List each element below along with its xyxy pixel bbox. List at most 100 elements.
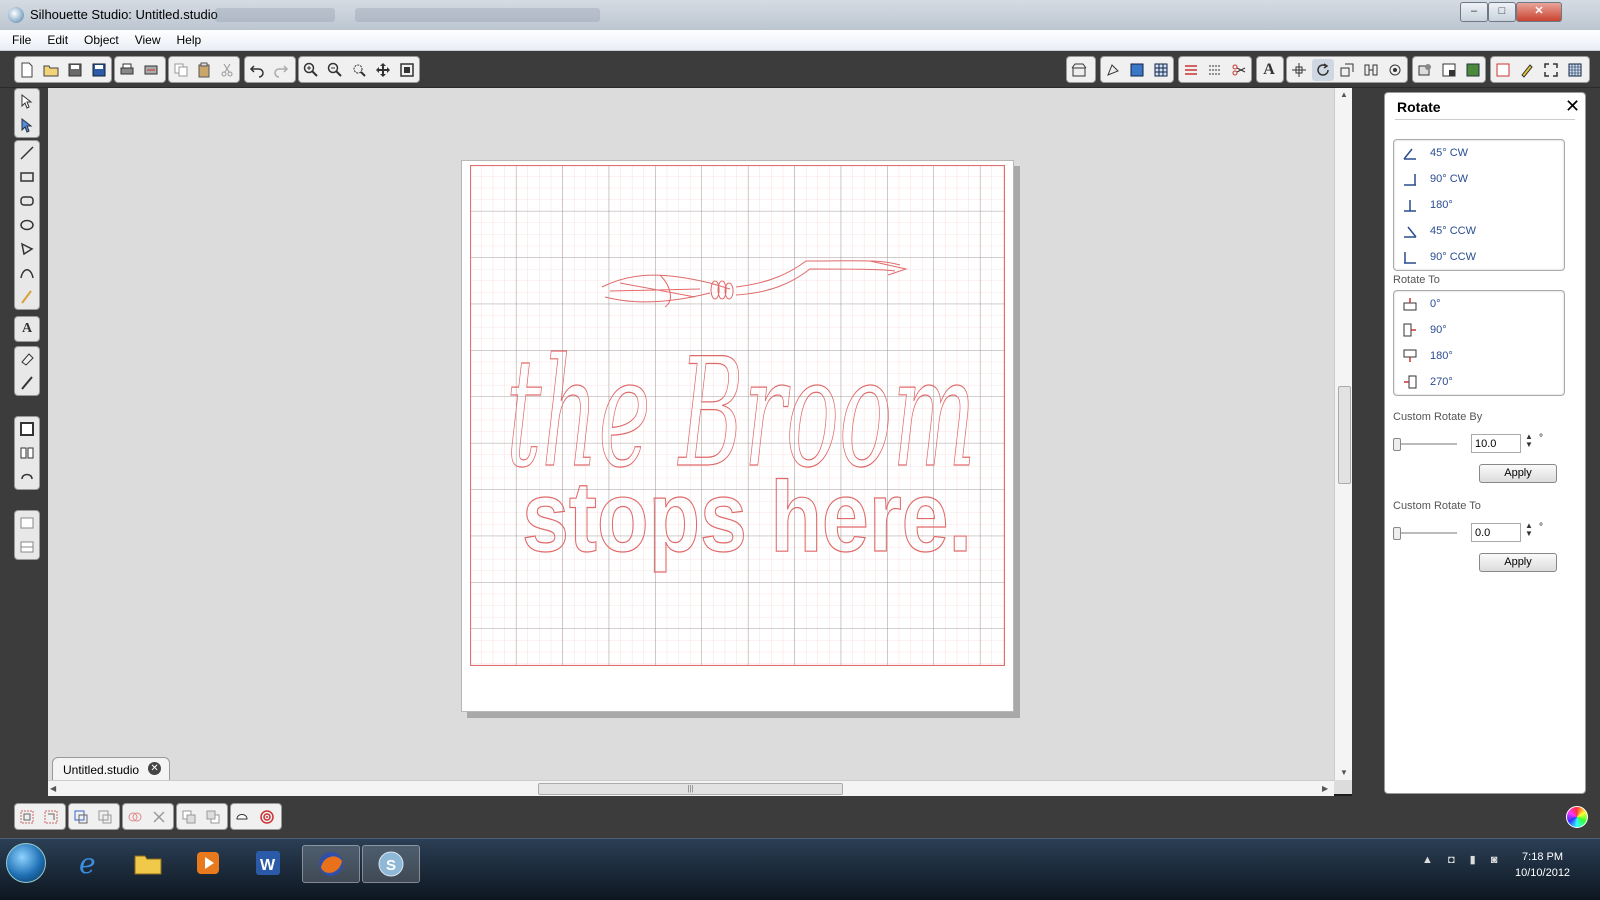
silhouette-store-icon[interactable] xyxy=(1068,59,1090,81)
weld-icon[interactable] xyxy=(124,806,146,828)
sketch-pen-icon[interactable] xyxy=(1516,59,1538,81)
scroll-right-arrow-icon[interactable]: ▶ xyxy=(1322,784,1328,793)
redo-icon[interactable] xyxy=(270,59,292,81)
custom-rotate-to-input[interactable]: 0.0 xyxy=(1471,523,1521,542)
ungroup-icon[interactable] xyxy=(40,806,62,828)
delete-icon[interactable] xyxy=(148,806,170,828)
word-icon[interactable]: W xyxy=(240,845,296,881)
rotate-to-180-button[interactable]: 180° xyxy=(1394,343,1564,369)
horizontal-scroll-thumb[interactable]: ||| xyxy=(538,783,843,795)
release-compound-path-icon[interactable] xyxy=(94,806,116,828)
apply-rotate-to-button[interactable]: Apply xyxy=(1479,553,1557,572)
library-book-icon[interactable] xyxy=(16,442,38,464)
offset-icon[interactable] xyxy=(1414,59,1436,81)
make-compound-path-icon[interactable] xyxy=(70,806,92,828)
open-folder-icon[interactable] xyxy=(40,59,62,81)
line-tool-icon[interactable] xyxy=(16,142,38,164)
silhouette-studio-icon[interactable]: S xyxy=(362,845,420,883)
maximize-button[interactable]: □ xyxy=(1488,2,1516,22)
minimize-button[interactable]: – xyxy=(1460,2,1488,22)
system-tray-icons[interactable]: ▲ ◘ ▮ ◙ xyxy=(1422,853,1503,866)
cut-settings-grid-icon[interactable] xyxy=(1564,59,1586,81)
media-player-icon[interactable] xyxy=(180,845,236,881)
print-cut-icon[interactable] xyxy=(140,59,162,81)
design-canvas[interactable]: the Broom stops here. xyxy=(48,88,1366,794)
menu-file[interactable]: File xyxy=(4,30,39,50)
cutter-icon[interactable] xyxy=(232,806,254,828)
apply-rotate-by-button[interactable]: Apply xyxy=(1479,464,1557,483)
ellipse-tool-icon[interactable] xyxy=(16,214,38,236)
cut-style-icon[interactable] xyxy=(1228,59,1250,81)
text-tool-icon[interactable]: A xyxy=(16,318,38,340)
menu-object[interactable]: Object xyxy=(76,30,127,50)
rotate-to-spinner-icon[interactable]: ▲ ▼ xyxy=(1525,522,1533,538)
zoom-out-icon[interactable] xyxy=(324,59,346,81)
rotate-180-button[interactable]: 180° xyxy=(1394,192,1564,218)
slider-knob[interactable] xyxy=(1393,438,1401,451)
rotate-icon[interactable] xyxy=(1312,58,1334,81)
zoom-selection-icon[interactable] xyxy=(348,59,370,81)
undo-icon[interactable] xyxy=(246,59,268,81)
send-to-cutter-icon[interactable] xyxy=(16,466,38,488)
file-explorer-icon[interactable] xyxy=(120,845,176,881)
custom-rotate-by-slider[interactable] xyxy=(1393,438,1457,451)
eraser-tool-icon[interactable] xyxy=(16,348,38,370)
modify-icon[interactable] xyxy=(1384,59,1406,81)
rotate-45-ccw-button[interactable]: 45° CCW xyxy=(1394,218,1564,244)
color-wheel-icon[interactable] xyxy=(1566,806,1588,828)
save-to-library-icon[interactable] xyxy=(88,59,110,81)
menu-help[interactable]: Help xyxy=(169,30,210,50)
scroll-down-arrow-icon[interactable]: ▼ xyxy=(1340,768,1348,777)
document-tab[interactable]: Untitled.studio ✕ xyxy=(52,757,171,780)
bring-to-front-icon[interactable] xyxy=(178,806,200,828)
internet-explorer-icon[interactable]: e xyxy=(60,845,116,881)
vertical-scrollbar[interactable]: ▲ ▼ xyxy=(1334,88,1353,780)
custom-rotate-by-input[interactable]: 10.0 xyxy=(1471,434,1521,453)
polygon-tool-icon[interactable] xyxy=(16,238,38,260)
close-tab-icon[interactable]: ✕ xyxy=(148,762,162,775)
grid-view-icon[interactable] xyxy=(1150,59,1172,81)
line-color-icon[interactable] xyxy=(1180,59,1202,81)
save-icon[interactable] xyxy=(64,59,86,81)
send-to-back-icon[interactable] xyxy=(202,806,224,828)
fullscreen-icon[interactable] xyxy=(1540,59,1562,81)
zoom-in-icon[interactable] xyxy=(300,59,322,81)
close-panel-icon[interactable]: ✕ xyxy=(1565,97,1580,115)
single-pane-icon[interactable] xyxy=(16,512,38,534)
fill-icon[interactable] xyxy=(1462,59,1484,81)
rounded-rectangle-tool-icon[interactable] xyxy=(16,190,38,212)
rotate-to-270-button[interactable]: 270° xyxy=(1394,369,1564,395)
custom-rotate-to-slider[interactable] xyxy=(1393,527,1457,540)
freehand-tool-icon[interactable] xyxy=(16,286,38,308)
start-button-icon[interactable] xyxy=(6,843,46,883)
trace-icon[interactable] xyxy=(1438,59,1460,81)
rotate-45-cw-button[interactable]: 45° CW xyxy=(1394,140,1564,166)
paste-icon[interactable] xyxy=(193,59,214,81)
menu-view[interactable]: View xyxy=(127,30,169,50)
cut-icon[interactable] xyxy=(217,59,238,81)
page-setup-icon[interactable] xyxy=(1492,59,1514,81)
pan-icon[interactable] xyxy=(372,59,394,81)
horizontal-scrollbar[interactable]: ◀ ||| ▶ xyxy=(48,780,1334,797)
page-settings-icon[interactable] xyxy=(16,418,38,440)
select-tool-icon[interactable] xyxy=(16,90,38,112)
vertical-scroll-thumb[interactable] xyxy=(1338,386,1351,484)
align-icon[interactable] xyxy=(1288,59,1310,81)
rotate-by-spinner-icon[interactable]: ▲ ▼ xyxy=(1525,433,1533,449)
rotate-90-ccw-button[interactable]: 90° CCW xyxy=(1394,244,1564,270)
print-icon[interactable] xyxy=(116,59,138,81)
rotate-to-0-button[interactable]: 0° xyxy=(1394,291,1564,317)
registration-target-icon[interactable] xyxy=(256,806,278,828)
line-style-icon[interactable] xyxy=(1204,59,1226,81)
group-icon[interactable] xyxy=(16,806,38,828)
scale-icon[interactable] xyxy=(1336,59,1358,81)
design-view-icon[interactable] xyxy=(1126,59,1148,81)
replicate-icon[interactable] xyxy=(1360,59,1382,81)
edit-points-icon[interactable] xyxy=(16,114,38,136)
slider-knob[interactable] xyxy=(1393,527,1401,540)
text-style-icon[interactable]: A xyxy=(1258,59,1280,81)
scroll-left-arrow-icon[interactable]: ◀ xyxy=(50,784,56,793)
rotate-to-90-button[interactable]: 90° xyxy=(1394,317,1564,343)
menu-edit[interactable]: Edit xyxy=(39,30,76,50)
knife-tool-icon[interactable] xyxy=(16,372,38,394)
